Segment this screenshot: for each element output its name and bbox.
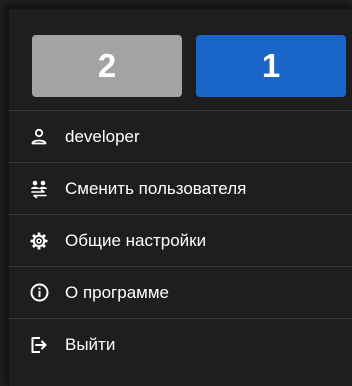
- menu-item-label: О программе: [65, 282, 170, 302]
- menu-item-about[interactable]: О программе: [9, 266, 352, 318]
- switch-user-icon: [29, 179, 49, 199]
- segment-option-2[interactable]: 2: [32, 35, 182, 97]
- user-dropdown-menu: 2 1 developer Сменить пользователя Общие…: [8, 8, 352, 386]
- segment-option-1[interactable]: 1: [196, 35, 346, 97]
- info-icon: [29, 283, 49, 303]
- menu-item-label: Сменить пользователя: [65, 178, 247, 198]
- menu-item-general-settings[interactable]: Общие настройки: [9, 214, 352, 266]
- gear-icon: [29, 231, 49, 251]
- menu-item-username[interactable]: developer: [9, 110, 352, 162]
- menu-item-switch-user[interactable]: Сменить пользователя: [9, 162, 352, 214]
- logout-icon: [29, 335, 49, 355]
- menu-item-label: Общие настройки: [65, 230, 207, 250]
- user-icon: [29, 127, 49, 147]
- menu-item-label: Выйти: [65, 334, 116, 354]
- menu-item-logout[interactable]: Выйти: [9, 318, 352, 370]
- menu-item-label: developer: [65, 126, 140, 146]
- segment-selector: 2 1: [9, 9, 352, 97]
